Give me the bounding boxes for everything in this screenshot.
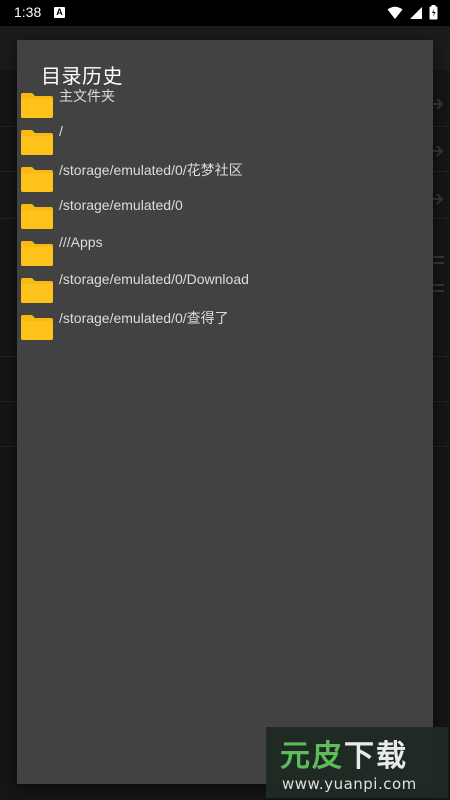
notification-badge: A [54,7,65,18]
battery-icon [429,5,438,24]
history-item[interactable]: /storage/emulated/0/花梦社区 [17,160,433,197]
menu-icon [432,278,444,292]
history-item-label: /storage/emulated/0 [59,197,183,213]
folder-icon [21,277,53,303]
watermark-logo: 元皮下载 www.yuanpi.com [266,727,448,798]
history-list: 主文件夹 / /storage/emulated/0/花梦社区 /storage… [17,86,433,345]
folder-icon [21,92,53,118]
folder-icon [21,314,53,340]
history-item-label: /storage/emulated/0/查得了 [59,310,229,326]
directory-history-dialog: 目录历史 主文件夹 / /storage/emulated/0/花梦社区 /st… [17,40,433,784]
watermark-url: www.yuanpi.com [282,775,417,793]
status-icons [387,5,438,24]
folder-icon [21,203,53,229]
folder-icon [21,129,53,155]
history-item[interactable]: /storage/emulated/0/查得了 [17,308,433,345]
history-item-label: /storage/emulated/0/Download [59,271,249,287]
history-item-label: 主文件夹 [59,88,115,104]
folder-icon [21,240,53,266]
history-item-label: / [59,123,63,139]
dialog-title: 目录历史 [41,64,123,88]
history-item-label: ///Apps [59,234,103,250]
history-item-label: /storage/emulated/0/花梦社区 [59,162,243,178]
history-item[interactable]: ///Apps [17,234,433,271]
history-item[interactable]: /storage/emulated/0/Download [17,271,433,308]
menu-icon [432,250,444,264]
signal-icon [409,5,423,24]
wifi-icon [387,5,403,24]
history-item[interactable]: / [17,123,433,160]
status-time: 1:38 [14,4,42,20]
status-bar: 1:38 A [0,0,450,26]
history-item[interactable]: 主文件夹 [17,86,433,123]
history-item[interactable]: /storage/emulated/0 [17,197,433,234]
folder-icon [21,166,53,192]
watermark-brand: 元皮下载 [280,739,408,774]
